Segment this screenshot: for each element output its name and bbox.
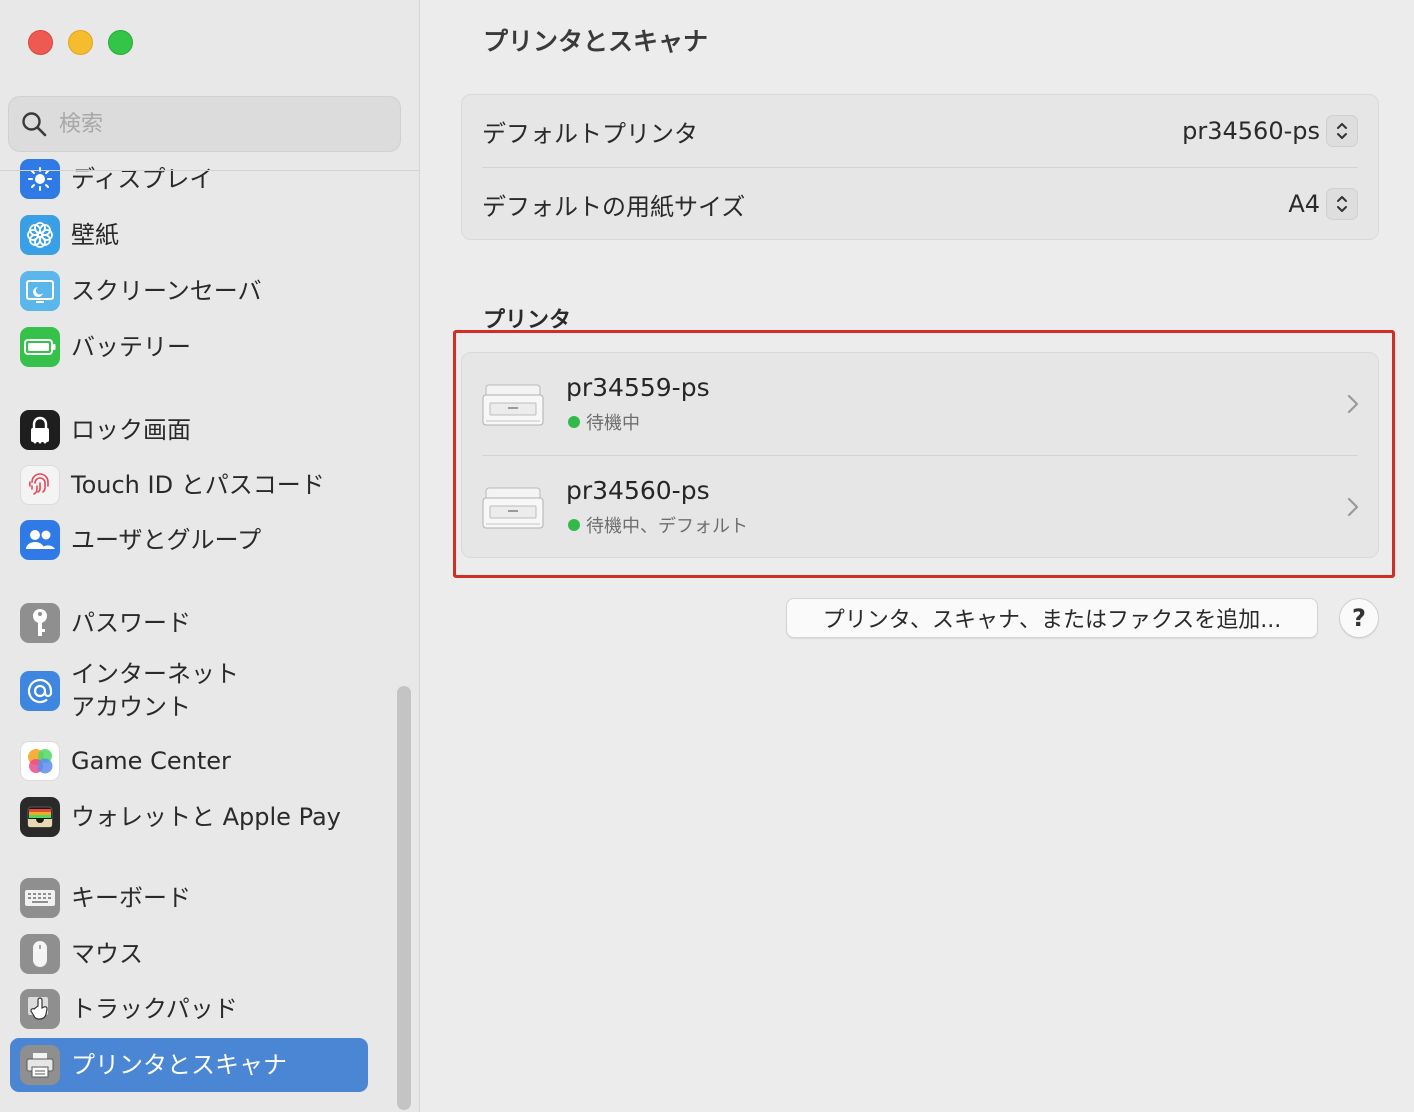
key-icon bbox=[20, 603, 60, 643]
sidebar-item-wallet[interactable]: ウォレットと Apple Pay bbox=[10, 790, 368, 844]
main-content: プリンタとスキャナ デフォルトプリンタ pr34560-ps デフォルトの用紙サ… bbox=[421, 0, 1414, 1112]
fingerprint-icon bbox=[20, 465, 60, 505]
sidebar-item-label: Touch ID とパスコード bbox=[71, 470, 325, 499]
close-button[interactable] bbox=[28, 30, 53, 55]
sidebar-item-label: バッテリー bbox=[71, 332, 191, 361]
wallet-icon bbox=[20, 797, 60, 837]
sidebar-item-label: パスワード bbox=[71, 608, 191, 637]
sidebar-item-label: ウォレットと Apple Pay bbox=[71, 802, 341, 831]
sidebar-item-wallpaper[interactable]: 壁紙 bbox=[10, 208, 368, 262]
sidebar-item-internet-accounts[interactable]: インターネット アカウント bbox=[10, 658, 368, 724]
annotation-highlight-box bbox=[453, 330, 1395, 578]
keyboard-icon bbox=[20, 878, 60, 918]
sidebar-item-label-line2: アカウント bbox=[71, 693, 191, 721]
add-printer-button[interactable]: プリンタ、スキャナ、またはファクスを追加... bbox=[786, 598, 1318, 638]
default-printer-label: デフォルトプリンタ bbox=[482, 119, 698, 148]
sidebar-item-label: プリンタとスキャナ bbox=[71, 1050, 287, 1079]
sidebar-item-label-line1: インターネット bbox=[71, 660, 239, 688]
sidebar-item-label: ロック画面 bbox=[71, 415, 191, 444]
at-icon bbox=[20, 671, 60, 711]
lock-icon bbox=[20, 410, 60, 450]
sidebar-nav: ディスプレイ 壁紙 スクリーンセーバ バッテリー ロック画面 Touch ID … bbox=[0, 152, 419, 1112]
sidebar-item-label: インターネット アカウント bbox=[71, 658, 239, 724]
sidebar-item-display[interactable]: ディスプレイ bbox=[10, 152, 368, 206]
sidebar-item-users-groups[interactable]: ユーザとグループ bbox=[10, 513, 368, 567]
users-icon bbox=[20, 520, 60, 560]
zoom-button[interactable] bbox=[108, 30, 133, 55]
defaults-card: デフォルトプリンタ pr34560-ps デフォルトの用紙サイズ A4 bbox=[461, 94, 1379, 240]
sidebar-item-printers-scanners[interactable]: プリンタとスキャナ bbox=[10, 1038, 368, 1092]
sidebar-item-label: トラックパッド bbox=[71, 994, 238, 1023]
sidebar-item-label: マウス bbox=[71, 939, 143, 968]
sun-icon bbox=[20, 159, 60, 199]
printer-icon bbox=[20, 1045, 60, 1085]
sidebar-scrollbar[interactable] bbox=[397, 686, 411, 1110]
search-field[interactable] bbox=[8, 96, 401, 152]
sidebar: ディスプレイ 壁紙 スクリーンセーバ バッテリー bbox=[0, 0, 420, 1112]
window-controls bbox=[28, 30, 133, 55]
popup-arrows-icon bbox=[1326, 115, 1358, 147]
minimize-button[interactable] bbox=[68, 30, 93, 55]
sidebar-item-touch-id[interactable]: Touch ID とパスコード bbox=[10, 458, 368, 512]
default-paper-label: デフォルトの用紙サイズ bbox=[482, 192, 746, 221]
search-icon bbox=[22, 112, 47, 137]
battery-icon bbox=[20, 327, 60, 367]
sidebar-item-screensaver[interactable]: スクリーンセーバ bbox=[10, 264, 368, 318]
sidebar-item-battery[interactable]: バッテリー bbox=[10, 320, 368, 374]
sidebar-item-mouse[interactable]: マウス bbox=[10, 927, 368, 981]
sidebar-item-label: Game Center bbox=[71, 746, 231, 775]
search-input[interactable] bbox=[59, 111, 359, 137]
popup-arrows-icon bbox=[1326, 188, 1358, 220]
sidebar-divider bbox=[0, 170, 419, 171]
flower-icon bbox=[20, 215, 60, 255]
screensaver-icon bbox=[20, 271, 60, 311]
sidebar-item-label: 壁紙 bbox=[71, 220, 119, 249]
default-paper-select[interactable]: A4 bbox=[1288, 188, 1358, 220]
sidebar-item-trackpad[interactable]: トラックパッド bbox=[10, 982, 368, 1036]
sidebar-item-label: スクリーンセーバ bbox=[71, 276, 262, 305]
mouse-icon bbox=[20, 934, 60, 974]
default-printer-row: デフォルトプリンタ pr34560-ps bbox=[482, 95, 1358, 167]
default-paper-value: A4 bbox=[1288, 190, 1320, 218]
sidebar-item-label: ユーザとグループ bbox=[71, 525, 262, 554]
sidebar-item-label: ディスプレイ bbox=[71, 164, 214, 193]
help-button[interactable]: ? bbox=[1339, 598, 1379, 638]
default-printer-select[interactable]: pr34560-ps bbox=[1182, 115, 1358, 147]
default-printer-value: pr34560-ps bbox=[1182, 117, 1320, 145]
default-paper-row: デフォルトの用紙サイズ A4 bbox=[482, 168, 1358, 240]
game-center-icon bbox=[20, 741, 60, 781]
page-title: プリンタとスキャナ bbox=[483, 27, 709, 56]
trackpad-icon bbox=[20, 989, 60, 1029]
sidebar-item-keyboard[interactable]: キーボード bbox=[10, 871, 368, 925]
sidebar-item-passwords[interactable]: パスワード bbox=[10, 596, 368, 650]
sidebar-item-game-center[interactable]: Game Center bbox=[10, 734, 368, 788]
sidebar-item-label: キーボード bbox=[71, 883, 191, 912]
sidebar-item-lock-screen[interactable]: ロック画面 bbox=[10, 403, 368, 457]
